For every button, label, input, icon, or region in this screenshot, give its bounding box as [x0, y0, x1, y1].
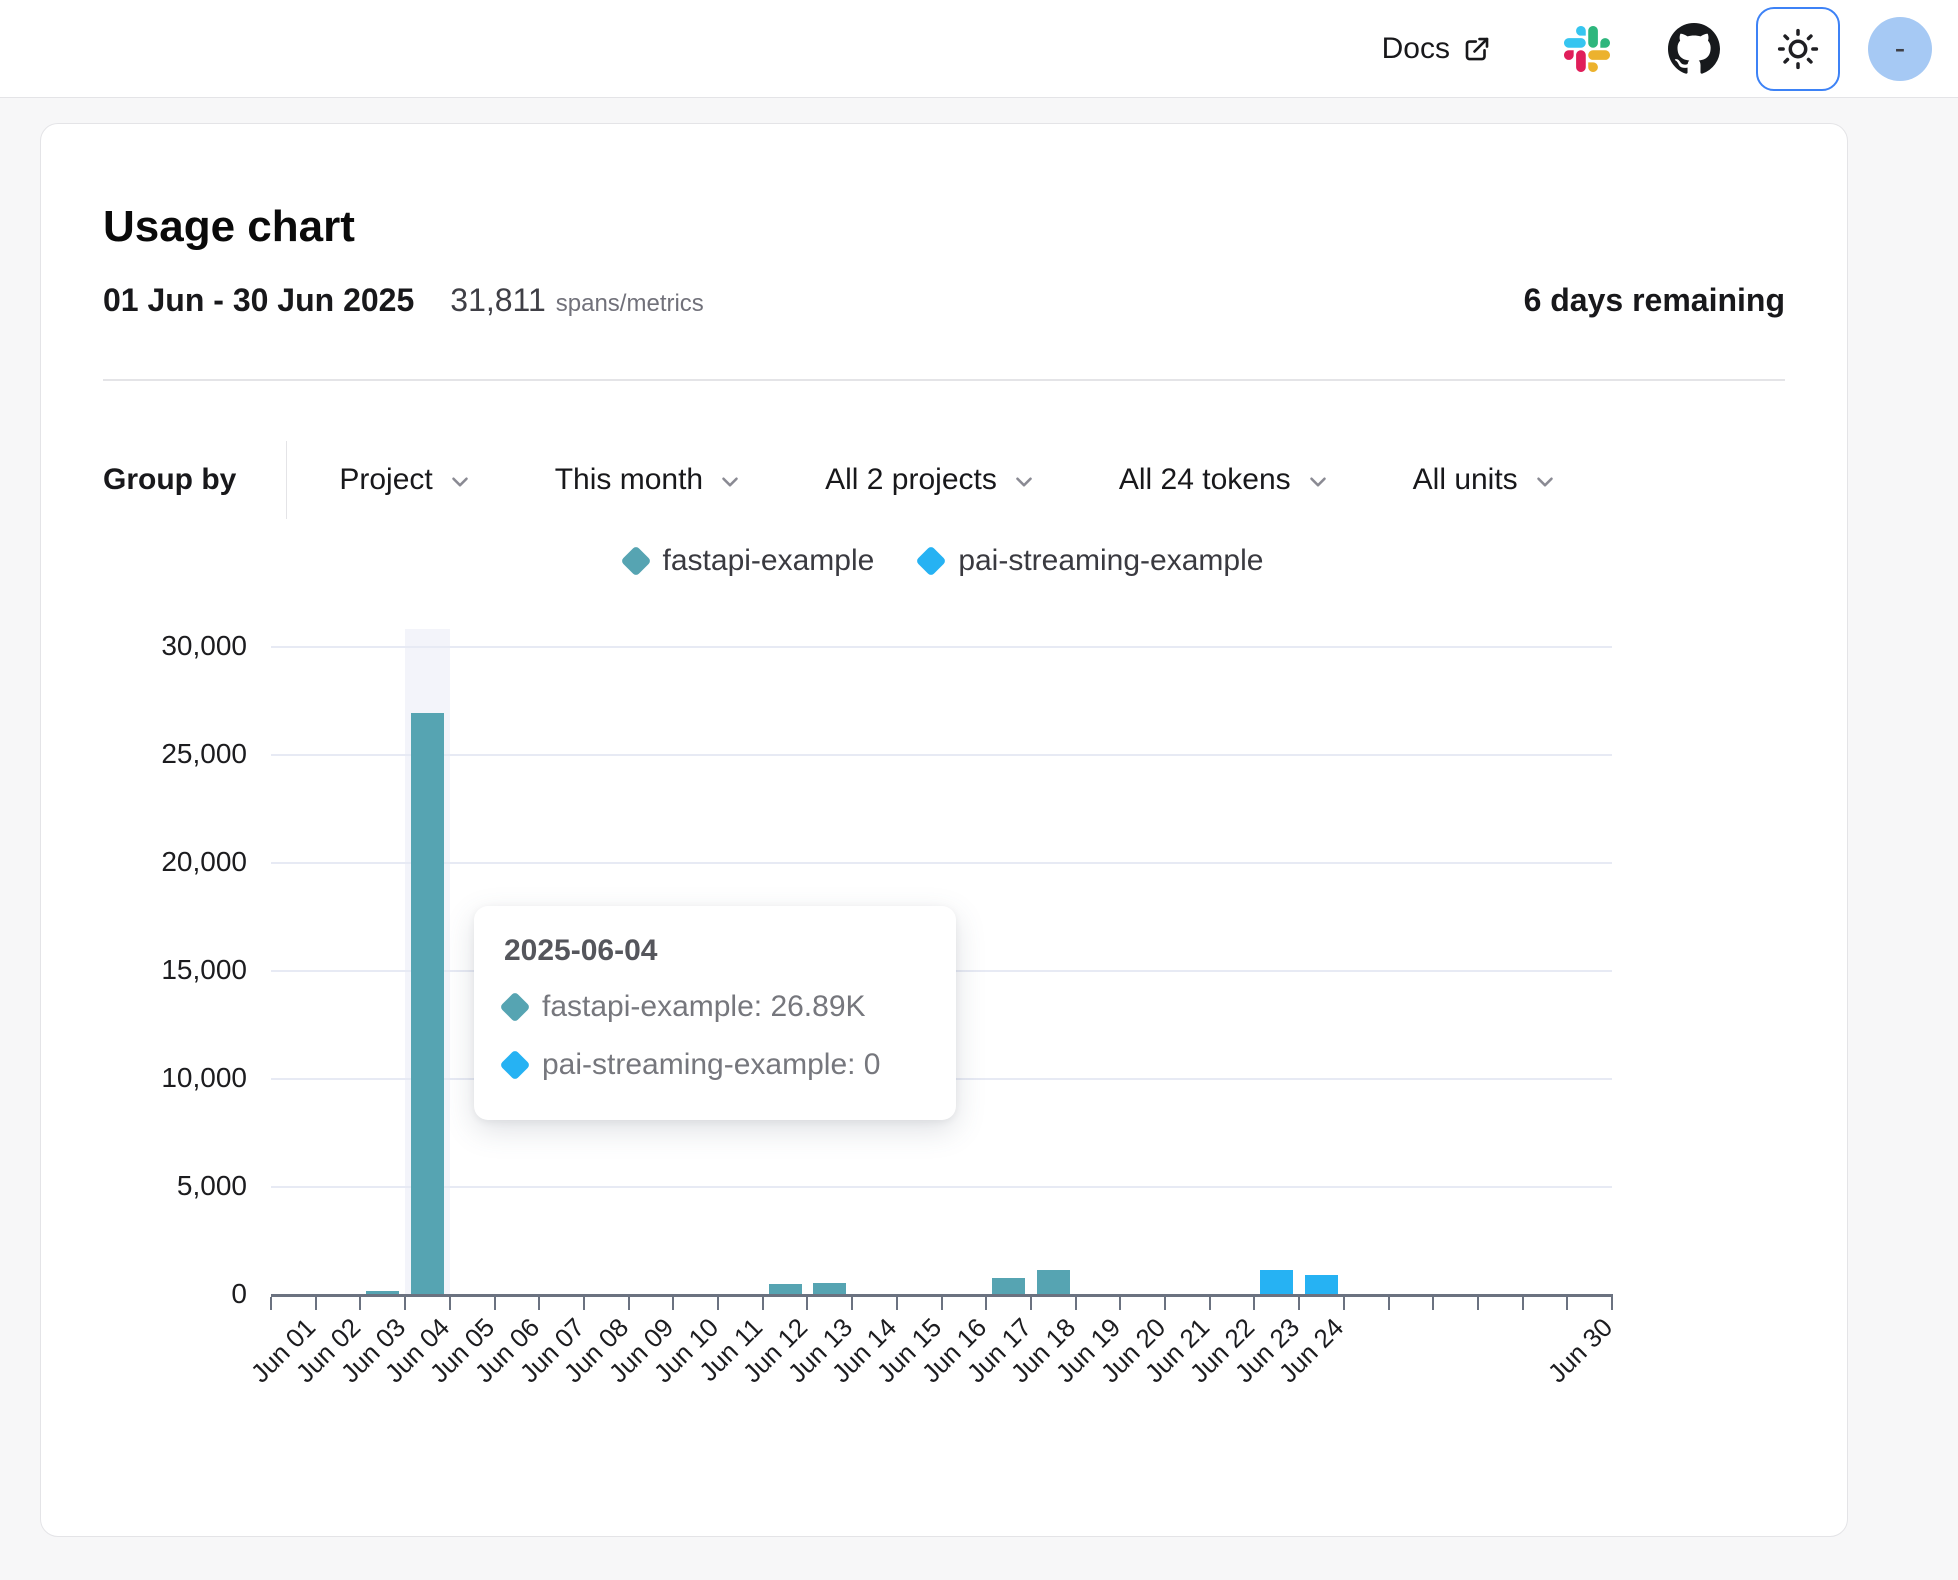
x-tick [1164, 1297, 1166, 1310]
x-tick [896, 1297, 898, 1310]
x-tick [851, 1297, 853, 1310]
legend-label: fastapi-example [663, 544, 875, 578]
x-tick [762, 1297, 764, 1310]
y-gridline [271, 646, 1612, 648]
sun-icon [1777, 28, 1819, 70]
x-tick [1611, 1297, 1613, 1310]
x-tick [628, 1297, 630, 1310]
tooltip-rows: fastapi-example: 26.89K pai-streaming-exa… [504, 990, 926, 1082]
y-gridline [271, 754, 1612, 756]
x-tick [494, 1297, 496, 1310]
x-tick [538, 1297, 540, 1310]
x-tick [672, 1297, 674, 1310]
x-tick [404, 1297, 406, 1310]
bar-fastapi-example-jun-13[interactable] [813, 1283, 846, 1294]
legend-label: pai-streaming-example [958, 544, 1263, 578]
legend-marker-icon [620, 545, 651, 576]
y-tick-label: 15,000 [41, 954, 247, 986]
x-tick [270, 1297, 272, 1310]
x-tick [1522, 1297, 1524, 1310]
usage-bar-chart: fastapi-example pai-streaming-example 0 5,… [41, 124, 1847, 1536]
bar-pai-streaming-example-jun-24[interactable] [1305, 1275, 1338, 1294]
x-tick [1209, 1297, 1211, 1310]
usage-chart-card: Usage chart 01 Jun - 30 Jun 2025 31,811 … [40, 123, 1848, 1537]
theme-toggle-button[interactable] [1756, 7, 1840, 91]
bar-pai-streaming-example-jun-23[interactable] [1260, 1270, 1293, 1294]
x-tick [1477, 1297, 1479, 1310]
tooltip-marker-icon [499, 1049, 530, 1080]
bar-fastapi-example-jun-17[interactable] [992, 1278, 1025, 1294]
docs-label: Docs [1382, 32, 1450, 66]
x-tick [1075, 1297, 1077, 1310]
y-gridline [271, 1186, 1612, 1188]
y-tick-label: 25,000 [41, 738, 247, 770]
x-tick [1343, 1297, 1345, 1310]
legend-item-pai-streaming-example[interactable]: pai-streaming-example [920, 544, 1263, 578]
chart-tooltip: 2025-06-04 fastapi-example: 26.89K pai-st… [474, 906, 956, 1120]
legend-item-fastapi-example[interactable]: fastapi-example [625, 544, 875, 578]
avatar-label: - [1895, 30, 1906, 67]
github-icon[interactable] [1668, 23, 1720, 75]
x-tick [583, 1297, 585, 1310]
x-tick [941, 1297, 943, 1310]
chart-legend: fastapi-example pai-streaming-example [41, 544, 1847, 578]
bar-fastapi-example-jun-12[interactable] [769, 1284, 802, 1294]
bar-fastapi-example-jun-18[interactable] [1037, 1270, 1070, 1294]
tooltip-date: 2025-06-04 [504, 934, 926, 968]
tooltip-row-text: fastapi-example: 26.89K [542, 990, 866, 1024]
top-header: Docs - [0, 0, 1958, 98]
x-tick [1566, 1297, 1568, 1310]
tooltip-row: pai-streaming-example: 0 [504, 1048, 926, 1082]
x-tick [315, 1297, 317, 1310]
x-tick [1432, 1297, 1434, 1310]
external-link-icon [1462, 34, 1492, 64]
x-tick [985, 1297, 987, 1310]
bar-fastapi-example-jun-04[interactable] [411, 713, 444, 1294]
tooltip-row: fastapi-example: 26.89K [504, 990, 926, 1024]
x-tick [359, 1297, 361, 1310]
y-tick-label: 20,000 [41, 846, 247, 878]
tooltip-row-text: pai-streaming-example: 0 [542, 1048, 880, 1082]
y-tick-label: 10,000 [41, 1062, 247, 1094]
x-tick [717, 1297, 719, 1310]
y-gridline [271, 862, 1612, 864]
x-tick-label: Jun 30 [1541, 1312, 1618, 1389]
x-tick [1119, 1297, 1121, 1310]
legend-marker-icon [916, 545, 947, 576]
x-tick [1030, 1297, 1032, 1310]
x-tick [449, 1297, 451, 1310]
slack-icon[interactable] [1564, 26, 1610, 72]
x-tick [806, 1297, 808, 1310]
docs-link[interactable]: Docs [1382, 32, 1492, 66]
tooltip-marker-icon [499, 991, 530, 1022]
x-tick [1253, 1297, 1255, 1310]
user-avatar[interactable]: - [1868, 17, 1932, 81]
y-tick-label: 0 [41, 1278, 247, 1310]
x-tick [1388, 1297, 1390, 1310]
y-tick-label: 5,000 [41, 1170, 247, 1202]
x-tick [1298, 1297, 1300, 1310]
y-tick-label: 30,000 [41, 630, 247, 662]
